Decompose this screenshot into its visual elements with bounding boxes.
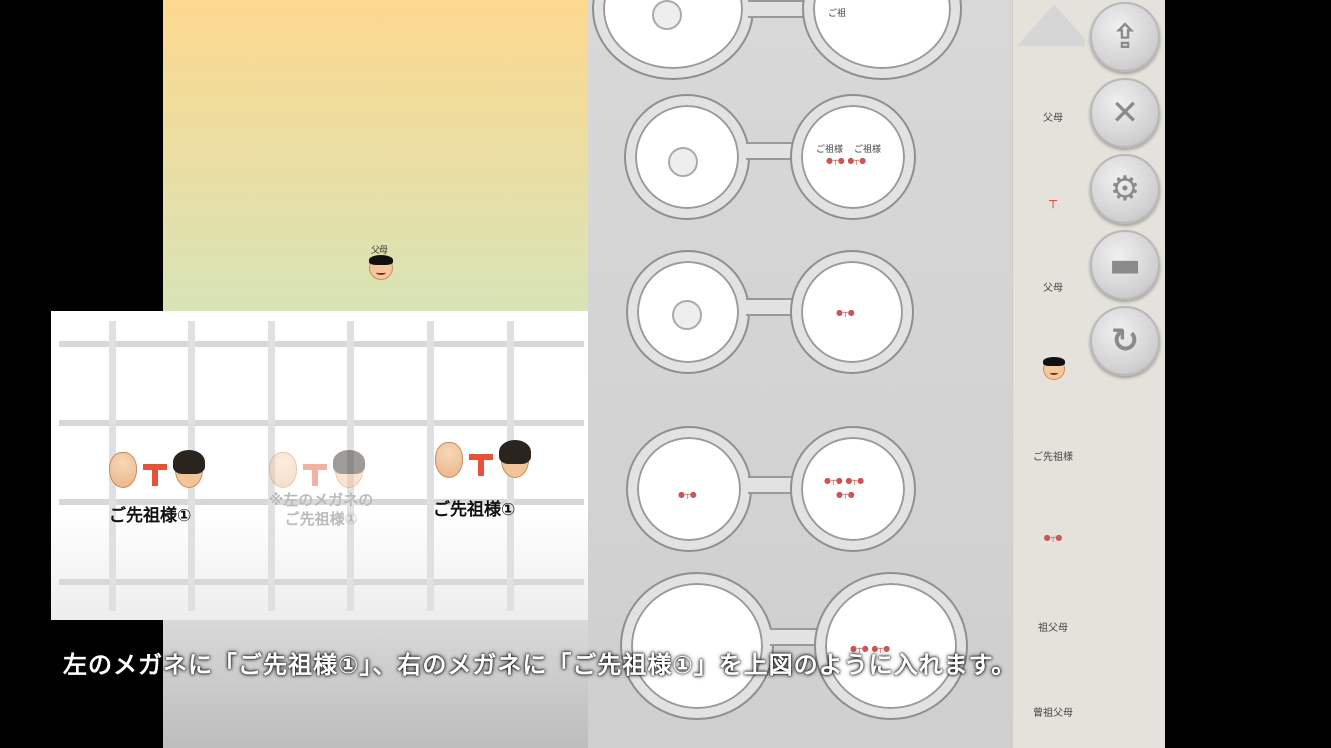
ancestor-label-left: ご先祖様① — [109, 506, 192, 526]
ancestor-group-right — [431, 440, 535, 484]
close-button[interactable]: ✕ — [1090, 78, 1160, 148]
palette-item[interactable]: 祖父母 — [1013, 619, 1093, 634]
scroll-up-icon[interactable] — [1017, 4, 1091, 46]
ancestor-label-middle: ※左のメガネの ご先祖様① — [259, 491, 383, 529]
grandmother-face — [499, 440, 531, 478]
grandmother-face — [333, 450, 365, 488]
ancestor-group-middle — [265, 450, 369, 494]
left-lens[interactable] — [628, 428, 750, 550]
ancestor-grid-panel: ご先祖様① ※左のメガネの ご先祖様① ご先祖様① — [51, 311, 593, 620]
right-lens[interactable] — [792, 428, 914, 550]
coin-icon — [652, 0, 682, 30]
grandfather-face — [109, 452, 137, 488]
family-link-icon — [469, 454, 493, 476]
coin-icon — [668, 147, 698, 177]
undo-icon: ↻ — [1110, 321, 1140, 361]
lens-item-label: ご祖様 — [854, 145, 882, 155]
glasses-bridge — [746, 142, 796, 160]
exit-icon: ⇪ — [1110, 17, 1140, 57]
grandmother-face — [173, 450, 205, 488]
gear-icon: ⚙ — [1109, 169, 1141, 209]
palette-item[interactable]: 曾祖父母 — [1013, 704, 1093, 719]
person-face-icon[interactable] — [1043, 357, 1065, 380]
family-token: ●┬● — [836, 490, 855, 499]
ancestor-label-middle-line2: ご先祖様① — [284, 510, 358, 528]
side-button-bar: ⇪ ✕ ⚙ ▬ ↻ — [1085, 0, 1165, 748]
exit-button[interactable]: ⇪ — [1090, 2, 1160, 72]
square-icon: ▬ — [1108, 245, 1142, 285]
family-token: ●┬● — [678, 490, 697, 499]
glasses-pair[interactable]: ●┬● — [628, 252, 928, 376]
character-face[interactable] — [369, 255, 393, 280]
glasses-bridge — [746, 298, 794, 316]
subtitle-caption: 左のメガネに「ご先祖様①」、右のメガネに「ご先祖様①」を上図のように入れます。 — [63, 651, 1017, 679]
palette-item[interactable]: 父母 — [1013, 109, 1093, 124]
glasses-pair[interactable]: ご祖 — [588, 0, 1012, 80]
ancestor-label-right: ご先祖様① — [433, 500, 516, 520]
grid-line — [59, 341, 584, 347]
family-token-icon[interactable]: ●┬● — [1013, 533, 1093, 542]
link-icon[interactable]: ┬ — [1013, 194, 1093, 209]
palette-item[interactable]: ご先祖様 — [1013, 448, 1093, 463]
lens-item-label: ご祖様 — [816, 145, 844, 155]
grandfather-face — [269, 452, 297, 488]
palette-item[interactable]: 父母 — [1013, 279, 1093, 294]
family-link-icon — [303, 464, 327, 486]
close-icon: ✕ — [1110, 93, 1140, 133]
family-link-icon — [143, 464, 167, 486]
glasses-bridge — [748, 476, 796, 494]
family-token: ●┬● ●┬● — [826, 156, 867, 165]
grid-line — [59, 420, 584, 426]
lens-item-label: ご祖 — [828, 9, 847, 19]
glasses-bridge — [748, 0, 808, 18]
undo-button[interactable]: ↻ — [1090, 306, 1160, 376]
family-token: ●┬● ●┬● — [824, 476, 865, 485]
ancestor-group-left — [105, 450, 209, 494]
coin-icon — [672, 300, 702, 330]
grandfather-face — [435, 442, 463, 478]
family-token: ●┬● — [836, 308, 855, 317]
grid-line — [59, 579, 584, 585]
glasses-pair[interactable]: ご祖様 ご祖様 ●┬● ●┬● — [626, 96, 926, 220]
settings-button[interactable]: ⚙ — [1090, 154, 1160, 224]
ancestor-label-middle-line1: ※左のメガネの — [268, 491, 374, 509]
glasses-pair[interactable]: ●┬● ●┬● ●┬● ●┬● — [628, 428, 928, 552]
glasses-column[interactable]: ご祖 ご祖様 ご祖様 ●┬● ●┬● ●┬● ●┬● ●┬● ●┬● ●┬● ●… — [588, 0, 1012, 748]
item-palette[interactable]: 父母 ┬ 父母 ご先祖様 ●┬● 祖父母 曾祖父母 — [1012, 0, 1093, 748]
blank-button[interactable]: ▬ — [1090, 230, 1160, 300]
